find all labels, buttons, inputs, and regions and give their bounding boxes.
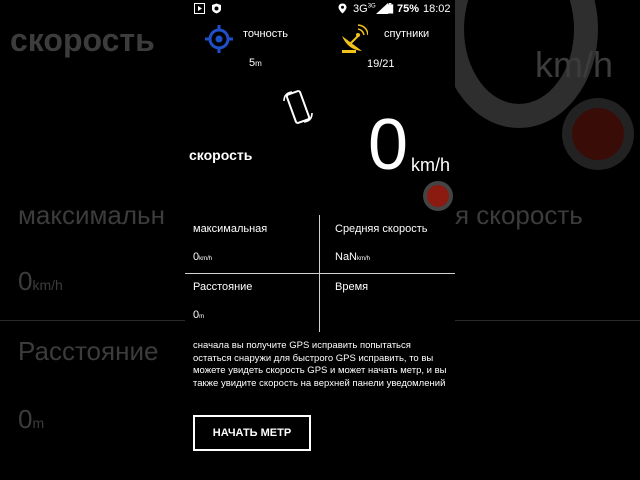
satellites-value: 19/21 xyxy=(367,58,395,70)
bg-speed-unit: km/h xyxy=(535,44,614,85)
bg-max-label: максимальн xyxy=(18,200,165,230)
bg-speed-title: скорость xyxy=(10,22,155,58)
max-speed-value: 0km/h xyxy=(193,251,213,263)
stats-horizontal-divider xyxy=(185,273,455,274)
start-meter-button[interactable]: НАЧАТЬ МЕТР xyxy=(193,415,311,451)
max-speed-label: максимальная xyxy=(193,223,268,235)
phone-screen: 3G3G 75% 18:02 точность 5m спутники 19/2… xyxy=(185,0,455,480)
speed-unit: km/h xyxy=(411,155,451,175)
bg-record-dot xyxy=(572,108,624,160)
status-bar: 3G3G 75% 18:02 xyxy=(185,0,455,18)
clock: 18:02 xyxy=(423,3,451,15)
avg-speed-label: Средняя скорость xyxy=(335,223,428,235)
accuracy-value: 5m xyxy=(249,57,262,69)
battery-icon xyxy=(386,3,394,14)
info-text: сначала вы получите GPS исправить попыта… xyxy=(193,340,447,389)
speed-label: скорость xyxy=(189,147,253,163)
bg-distance-value: 0m xyxy=(18,404,45,434)
accuracy-label: точность xyxy=(243,28,288,40)
record-dot xyxy=(427,185,449,207)
location-pin-icon xyxy=(338,3,347,14)
distance-value: 0m xyxy=(193,309,205,321)
record-button[interactable] xyxy=(423,181,453,211)
battery-percent: 75% xyxy=(397,3,420,15)
bg-avg-label: я скорость xyxy=(455,200,583,230)
crosshair-target-icon xyxy=(205,25,233,53)
distance-label: Расстояние xyxy=(193,281,253,293)
bg-max-value: 0km/h xyxy=(18,266,63,296)
satellite-dish-icon xyxy=(342,24,368,53)
time-label: Время xyxy=(335,281,369,293)
bg-distance-label: Расстояние xyxy=(18,336,159,366)
shield-notification-icon xyxy=(212,3,221,14)
network-type: 3G3G xyxy=(353,3,376,15)
screen-rotate-icon[interactable] xyxy=(280,89,316,125)
media-player-icon xyxy=(194,3,205,14)
speed-value: 0 xyxy=(368,105,409,185)
avg-speed-value: NaNkm/h xyxy=(335,251,371,263)
satellites-label: спутники xyxy=(384,28,430,40)
